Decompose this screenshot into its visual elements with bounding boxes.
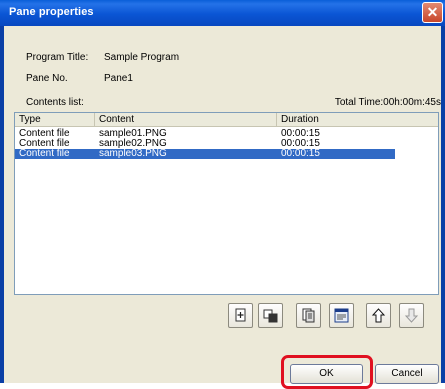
cancel-button[interactable]: Cancel <box>375 364 439 384</box>
cell-duration: 00:00:15 <box>281 148 320 159</box>
contents-list[interactable]: Type Content Duration Content file sampl… <box>14 112 439 295</box>
cell-type: Content file <box>19 148 70 159</box>
close-icon: ✕ <box>426 4 439 20</box>
move-down-button[interactable] <box>399 303 424 328</box>
properties-icon <box>334 308 349 323</box>
table-row[interactable]: Content file sample02.PNG 00:00:15 <box>15 139 438 149</box>
copy-content-button[interactable] <box>296 303 321 328</box>
move-up-button[interactable] <box>366 303 391 328</box>
pane-no-label: Pane No. <box>26 73 68 84</box>
add-content-button[interactable] <box>228 303 253 328</box>
cell-content: sample03.PNG <box>99 148 167 159</box>
add-content-icon <box>235 308 246 322</box>
highlight-annotation <box>281 355 373 389</box>
edit-content-icon <box>263 309 278 323</box>
title-bar[interactable]: Pane properties ✕ <box>0 0 445 26</box>
table-row[interactable]: Content file sample01.PNG 00:00:15 <box>15 129 438 139</box>
column-header-type[interactable]: Type <box>15 113 95 126</box>
properties-button[interactable] <box>329 303 354 328</box>
total-time: Total Time:00h:00m:45s <box>334 97 441 108</box>
dialog-window: Pane properties ✕ Program Title: Sample … <box>0 0 445 389</box>
column-header-duration[interactable]: Duration <box>277 113 440 126</box>
program-title-value: Sample Program <box>104 52 180 63</box>
program-title-label: Program Title: <box>26 52 89 63</box>
list-header: Type Content Duration <box>15 113 438 127</box>
table-row-selected[interactable]: Content file sample03.PNG 00:00:15 <box>15 149 395 159</box>
up-arrow-icon <box>371 308 386 323</box>
down-arrow-icon <box>404 308 419 323</box>
edit-content-button[interactable] <box>258 303 283 328</box>
window-title: Pane properties <box>9 6 94 18</box>
pane-no-value: Pane1 <box>104 73 133 84</box>
copy-content-icon <box>302 308 315 323</box>
close-button[interactable]: ✕ <box>422 2 443 23</box>
contents-list-label: Contents list: <box>26 97 84 108</box>
column-header-content[interactable]: Content <box>95 113 277 126</box>
